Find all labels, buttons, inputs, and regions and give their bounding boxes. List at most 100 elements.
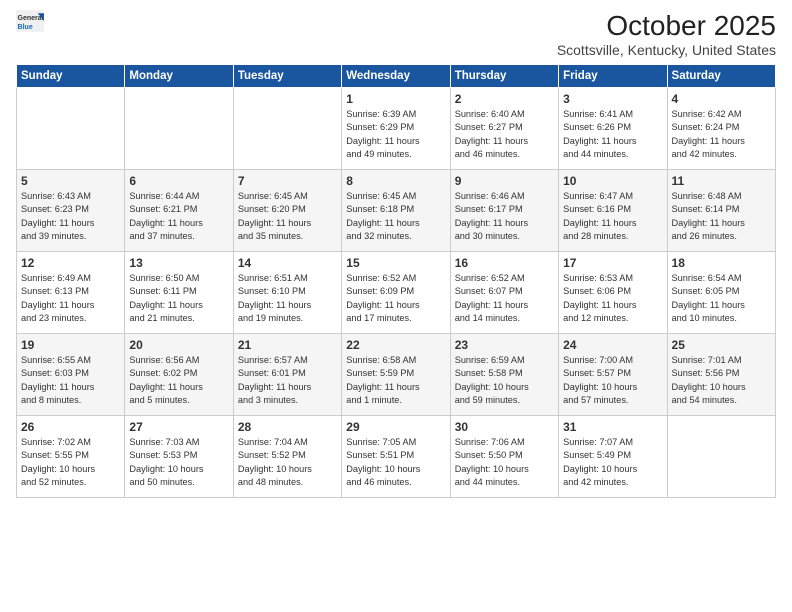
calendar-cell: 4Sunrise: 6:42 AM Sunset: 6:24 PM Daylig…	[667, 88, 775, 170]
calendar-cell: 9 Sunrise: 6:46 AM Sunset: 6:17 PM Daylig…	[450, 170, 558, 252]
day-info: Sunrise: 6:58 AM Sunset: 5:59 PM Dayligh…	[346, 354, 445, 407]
calendar-cell: 26 Sunrise: 7:02 AM Sunset: 5:55 PM Dayli…	[17, 416, 125, 498]
calendar-cell: 22 Sunrise: 6:58 AM Sunset: 5:59 PM Dayli…	[342, 334, 450, 416]
calendar-cell: 7 Sunrise: 6:45 AM Sunset: 6:20 PM Daylig…	[233, 170, 341, 252]
calendar-cell: 27 Sunrise: 7:03 AM Sunset: 5:53 PM Dayli…	[125, 416, 233, 498]
day-info: Sunrise: 6:45 AM Sunset: 6:20 PM Dayligh…	[238, 190, 337, 243]
day-header-saturday: Saturday	[667, 65, 775, 88]
day-info: Sunrise: 6:57 AM Sunset: 6:01 PM Dayligh…	[238, 354, 337, 407]
day-number: 16	[455, 256, 554, 270]
day-number: 10	[563, 174, 662, 188]
day-info: Sunrise: 6:39 AM Sunset: 6:29 PM Dayligh…	[346, 108, 445, 161]
day-header-tuesday: Tuesday	[233, 65, 341, 88]
day-number: 13	[129, 256, 228, 270]
calendar-cell: 19 Sunrise: 6:55 AM Sunset: 6:03 PM Dayli…	[17, 334, 125, 416]
day-info: Sunrise: 6:51 AM Sunset: 6:10 PM Dayligh…	[238, 272, 337, 325]
calendar-cell	[17, 88, 125, 170]
day-info: Sunrise: 7:00 AM Sunset: 5:57 PM Dayligh…	[563, 354, 662, 407]
day-number: 3	[563, 92, 662, 106]
calendar-cell: 8Sunrise: 6:45 AM Sunset: 6:18 PM Daylig…	[342, 170, 450, 252]
day-info: Sunrise: 6:41 AM Sunset: 6:26 PM Dayligh…	[563, 108, 662, 161]
day-number: 19	[21, 338, 120, 352]
calendar-cell: 21 Sunrise: 6:57 AM Sunset: 6:01 PM Dayli…	[233, 334, 341, 416]
day-number: 22	[346, 338, 445, 352]
day-info: Sunrise: 6:52 AM Sunset: 6:07 PM Dayligh…	[455, 272, 554, 325]
day-number: 17	[563, 256, 662, 270]
day-number: 26	[21, 420, 120, 434]
day-number: 21	[238, 338, 337, 352]
calendar-cell: 23 Sunrise: 6:59 AM Sunset: 5:58 PM Dayli…	[450, 334, 558, 416]
day-number: 7	[238, 174, 337, 188]
day-number: 28	[238, 420, 337, 434]
day-number: 18	[672, 256, 771, 270]
day-number: 12	[21, 256, 120, 270]
day-number: 30	[455, 420, 554, 434]
day-header-thursday: Thursday	[450, 65, 558, 88]
header: General Blue October 2025 Scottsville, K…	[16, 10, 776, 58]
svg-text:General: General	[18, 15, 44, 22]
title-area: October 2025 Scottsville, Kentucky, Unit…	[557, 10, 776, 58]
day-info: Sunrise: 6:49 AM Sunset: 6:13 PM Dayligh…	[21, 272, 120, 325]
day-info: Sunrise: 6:56 AM Sunset: 6:02 PM Dayligh…	[129, 354, 228, 407]
day-info: Sunrise: 6:42 AM Sunset: 6:24 PM Dayligh…	[672, 108, 771, 161]
day-info: Sunrise: 6:46 AM Sunset: 6:17 PM Dayligh…	[455, 190, 554, 243]
calendar-cell: 20Sunrise: 6:56 AM Sunset: 6:02 PM Dayli…	[125, 334, 233, 416]
day-header-sunday: Sunday	[17, 65, 125, 88]
day-info: Sunrise: 6:45 AM Sunset: 6:18 PM Dayligh…	[346, 190, 445, 243]
logo-icon: General Blue	[16, 10, 44, 32]
calendar-cell: 28Sunrise: 7:04 AM Sunset: 5:52 PM Dayli…	[233, 416, 341, 498]
day-number: 31	[563, 420, 662, 434]
day-info: Sunrise: 6:44 AM Sunset: 6:21 PM Dayligh…	[129, 190, 228, 243]
day-info: Sunrise: 7:06 AM Sunset: 5:50 PM Dayligh…	[455, 436, 554, 489]
day-number: 6	[129, 174, 228, 188]
day-number: 2	[455, 92, 554, 106]
day-number: 9	[455, 174, 554, 188]
calendar-cell: 29Sunrise: 7:05 AM Sunset: 5:51 PM Dayli…	[342, 416, 450, 498]
week-row-4: 19 Sunrise: 6:55 AM Sunset: 6:03 PM Dayli…	[17, 334, 776, 416]
day-number: 23	[455, 338, 554, 352]
day-info: Sunrise: 6:53 AM Sunset: 6:06 PM Dayligh…	[563, 272, 662, 325]
calendar-cell: 31 Sunrise: 7:07 AM Sunset: 5:49 PM Dayli…	[559, 416, 667, 498]
calendar-cell: 25 Sunrise: 7:01 AM Sunset: 5:56 PM Dayli…	[667, 334, 775, 416]
day-header-friday: Friday	[559, 65, 667, 88]
day-info: Sunrise: 6:40 AM Sunset: 6:27 PM Dayligh…	[455, 108, 554, 161]
month-title: October 2025	[557, 10, 776, 42]
calendar-cell: 1 Sunrise: 6:39 AM Sunset: 6:29 PM Daylig…	[342, 88, 450, 170]
calendar-cell	[233, 88, 341, 170]
calendar-cell: 11Sunrise: 6:48 AM Sunset: 6:14 PM Dayli…	[667, 170, 775, 252]
day-number: 24	[563, 338, 662, 352]
day-number: 15	[346, 256, 445, 270]
day-info: Sunrise: 6:48 AM Sunset: 6:14 PM Dayligh…	[672, 190, 771, 243]
calendar-cell: 24 Sunrise: 7:00 AM Sunset: 5:57 PM Dayli…	[559, 334, 667, 416]
day-info: Sunrise: 6:50 AM Sunset: 6:11 PM Dayligh…	[129, 272, 228, 325]
day-info: Sunrise: 7:02 AM Sunset: 5:55 PM Dayligh…	[21, 436, 120, 489]
calendar-cell: 6 Sunrise: 6:44 AM Sunset: 6:21 PM Daylig…	[125, 170, 233, 252]
location-title: Scottsville, Kentucky, United States	[557, 42, 776, 58]
calendar-cell: 3 Sunrise: 6:41 AM Sunset: 6:26 PM Daylig…	[559, 88, 667, 170]
svg-text:Blue: Blue	[18, 24, 33, 31]
calendar-cell: 16 Sunrise: 6:52 AM Sunset: 6:07 PM Dayli…	[450, 252, 558, 334]
day-header-monday: Monday	[125, 65, 233, 88]
week-row-2: 5Sunrise: 6:43 AM Sunset: 6:23 PM Daylig…	[17, 170, 776, 252]
logo: General Blue	[16, 10, 44, 32]
day-info: Sunrise: 6:55 AM Sunset: 6:03 PM Dayligh…	[21, 354, 120, 407]
day-info: Sunrise: 7:05 AM Sunset: 5:51 PM Dayligh…	[346, 436, 445, 489]
day-info: Sunrise: 7:03 AM Sunset: 5:53 PM Dayligh…	[129, 436, 228, 489]
day-info: Sunrise: 7:07 AM Sunset: 5:49 PM Dayligh…	[563, 436, 662, 489]
calendar-cell: 12 Sunrise: 6:49 AM Sunset: 6:13 PM Dayli…	[17, 252, 125, 334]
calendar-cell: 18Sunrise: 6:54 AM Sunset: 6:05 PM Dayli…	[667, 252, 775, 334]
calendar-cell	[125, 88, 233, 170]
calendar-cell	[667, 416, 775, 498]
calendar-cell: 15Sunrise: 6:52 AM Sunset: 6:09 PM Dayli…	[342, 252, 450, 334]
week-row-5: 26 Sunrise: 7:02 AM Sunset: 5:55 PM Dayli…	[17, 416, 776, 498]
day-info: Sunrise: 6:59 AM Sunset: 5:58 PM Dayligh…	[455, 354, 554, 407]
calendar-cell: 14Sunrise: 6:51 AM Sunset: 6:10 PM Dayli…	[233, 252, 341, 334]
calendar-cell: 2 Sunrise: 6:40 AM Sunset: 6:27 PM Daylig…	[450, 88, 558, 170]
day-info: Sunrise: 6:43 AM Sunset: 6:23 PM Dayligh…	[21, 190, 120, 243]
day-number: 25	[672, 338, 771, 352]
week-row-3: 12 Sunrise: 6:49 AM Sunset: 6:13 PM Dayli…	[17, 252, 776, 334]
day-info: Sunrise: 6:47 AM Sunset: 6:16 PM Dayligh…	[563, 190, 662, 243]
day-number: 1	[346, 92, 445, 106]
day-info: Sunrise: 7:01 AM Sunset: 5:56 PM Dayligh…	[672, 354, 771, 407]
day-number: 27	[129, 420, 228, 434]
